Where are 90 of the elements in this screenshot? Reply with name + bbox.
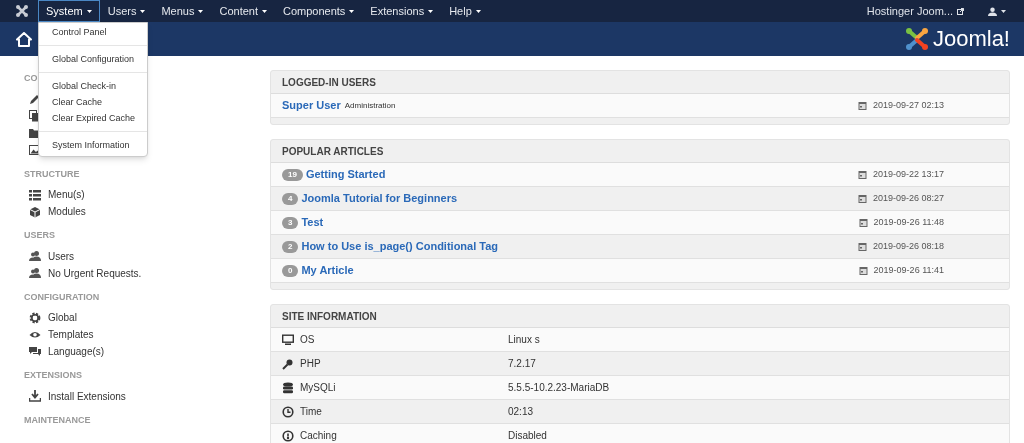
chat-bubbles-icon bbox=[29, 345, 41, 358]
caret-icon bbox=[86, 9, 92, 13]
hits-badge: 19 bbox=[282, 168, 303, 181]
menu-tab[interactable]: System bbox=[38, 0, 100, 22]
sidebar-link[interactable]: No Urgent Requests. bbox=[24, 264, 142, 282]
caret-icon bbox=[349, 9, 355, 13]
info-label: MySQLi bbox=[300, 381, 336, 395]
info-label: OS bbox=[300, 333, 315, 347]
menu-tab[interactable]: Components bbox=[275, 0, 363, 22]
info-value: 02:13 bbox=[508, 405, 534, 419]
info-label: Time bbox=[300, 405, 322, 419]
menu-tab[interactable]: Content bbox=[211, 0, 275, 22]
list-icon bbox=[29, 188, 41, 201]
sidebar-link[interactable]: Language(s) bbox=[24, 343, 105, 360]
caret-icon bbox=[428, 9, 434, 13]
caret-icon bbox=[140, 9, 146, 13]
section-heading: CO bbox=[24, 72, 38, 85]
download-icon bbox=[29, 390, 41, 402]
sidebar-link[interactable]: Menu(s) bbox=[24, 186, 85, 203]
users-icon bbox=[29, 267, 41, 279]
dropdown-item[interactable]: Global Check-in bbox=[39, 78, 147, 94]
section-heading: MAINTENANCE bbox=[24, 413, 91, 427]
pencil-icon bbox=[29, 93, 41, 105]
monitor-icon bbox=[282, 333, 294, 346]
date-text: 2019-09-27 02:13 bbox=[872, 98, 944, 112]
calendar-icon bbox=[858, 265, 868, 276]
gear-icon bbox=[29, 311, 41, 324]
section-heading: CONFIGURATION bbox=[24, 290, 100, 304]
date-text: 2019-09-26 08:27 bbox=[872, 191, 944, 205]
article-link[interactable]: Joomla Tutorial for Beginners bbox=[301, 190, 458, 207]
sidebar-link[interactable]: Templates bbox=[24, 326, 94, 343]
info-label: Caching bbox=[300, 429, 337, 443]
section-heading: STRUCTURE bbox=[24, 167, 80, 181]
article-link[interactable]: My Article bbox=[301, 262, 354, 279]
area-label: Administration bbox=[344, 99, 396, 112]
date-text: 2019-09-26 11:41 bbox=[873, 263, 944, 277]
logo-text: Joomla! bbox=[932, 28, 1010, 50]
sidebar-link[interactable]: Install Extensions bbox=[24, 387, 126, 405]
date-text: 2019-09-22 13:17 bbox=[872, 167, 944, 181]
info-value: Linux s bbox=[508, 333, 540, 347]
dropdown-item[interactable]: System Information bbox=[39, 137, 147, 153]
menu-tab[interactable]: Extensions bbox=[362, 0, 442, 22]
section-heading: USERS bbox=[24, 229, 55, 242]
dropdown-item[interactable]: Clear Expired Cache bbox=[39, 110, 147, 126]
sidebar-link[interactable]: Global bbox=[24, 309, 77, 326]
calendar-icon bbox=[857, 241, 867, 252]
dropdown-item[interactable]: Global Configuration bbox=[39, 51, 147, 67]
sidebar-link[interactable]: Users bbox=[24, 247, 75, 265]
menu-tab[interactable]: Menus bbox=[153, 0, 212, 22]
article-link[interactable]: Test bbox=[301, 214, 324, 231]
article-link[interactable]: Getting Started bbox=[305, 166, 386, 183]
user-link[interactable]: Super User bbox=[282, 97, 341, 114]
dropdown-item[interactable]: Control Panel bbox=[39, 24, 147, 40]
user-icon bbox=[988, 6, 997, 16]
article-link[interactable]: How to Use is_page() Conditional Tag bbox=[301, 238, 499, 255]
info-value: 7.2.17 bbox=[508, 357, 536, 371]
database-icon bbox=[282, 381, 294, 394]
site-link[interactable]: Hostinger Joom... bbox=[866, 2, 964, 20]
info-value: 5.5.5-10.2.23-MariaDB bbox=[508, 381, 610, 395]
calendar-icon bbox=[857, 193, 867, 204]
calendar-icon bbox=[857, 169, 867, 180]
joomla-icon[interactable] bbox=[16, 5, 28, 17]
calendar-icon bbox=[858, 217, 868, 228]
users-icon bbox=[29, 250, 41, 262]
hits-badge: 2 bbox=[282, 240, 299, 253]
user-menu-button[interactable] bbox=[988, 6, 1006, 16]
dropdown-item[interactable]: Clear Cache bbox=[39, 94, 147, 110]
caret-icon bbox=[198, 9, 204, 13]
date-text: 2019-09-26 11:48 bbox=[873, 215, 944, 229]
home-icon[interactable] bbox=[16, 31, 32, 47]
hits-badge: 3 bbox=[282, 216, 299, 229]
calendar-icon bbox=[857, 100, 867, 111]
date-text: 2019-09-26 08:18 bbox=[872, 239, 944, 253]
caret-icon bbox=[262, 9, 267, 13]
joomla-logo-icon bbox=[904, 27, 929, 51]
info-value: Disabled bbox=[508, 429, 547, 443]
caret-icon bbox=[1001, 9, 1006, 13]
menu-tab[interactable]: Help bbox=[441, 0, 489, 22]
gauge-icon bbox=[282, 429, 294, 442]
sidebar-link[interactable]: Modules bbox=[24, 203, 86, 220]
key-icon bbox=[282, 357, 294, 370]
info-label: PHP bbox=[300, 357, 321, 371]
external-link-icon bbox=[957, 7, 964, 15]
clock-icon bbox=[282, 405, 294, 418]
caret-icon bbox=[475, 9, 481, 13]
cube-icon bbox=[29, 205, 41, 218]
hits-badge: 0 bbox=[282, 264, 299, 277]
menu-tab[interactable]: Users bbox=[99, 0, 154, 22]
section-heading: EXTENSIONS bbox=[24, 369, 82, 382]
hits-badge: 4 bbox=[282, 192, 299, 205]
